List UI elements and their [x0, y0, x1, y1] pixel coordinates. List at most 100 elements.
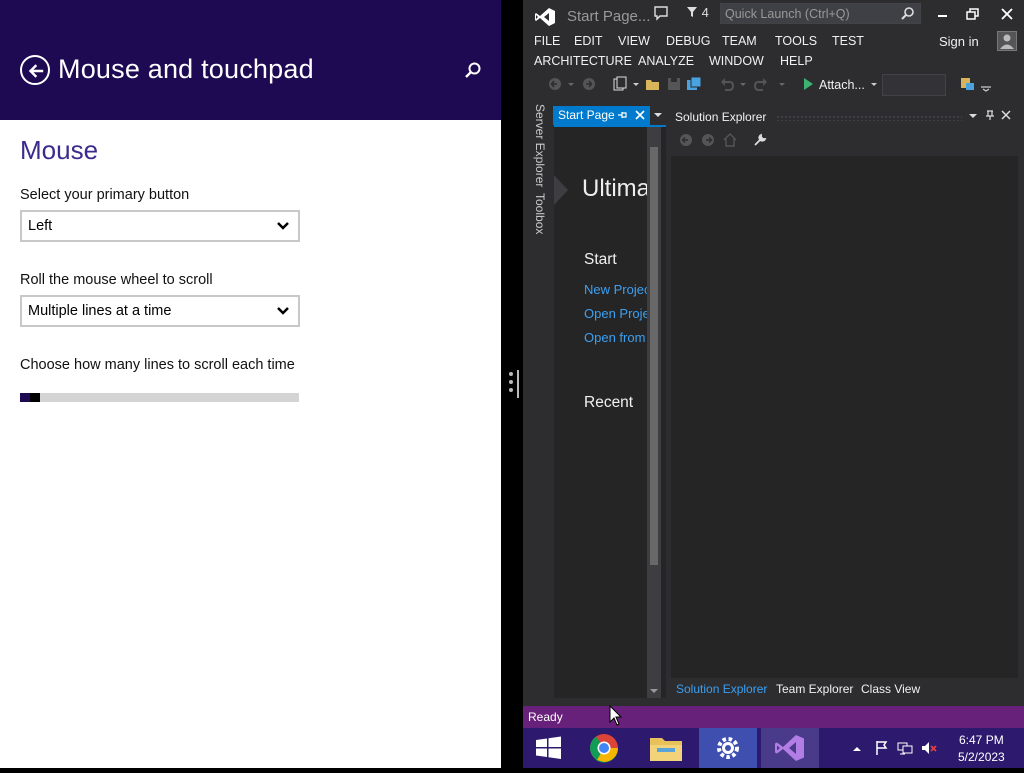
dropdown-arrow-icon[interactable]	[563, 76, 579, 92]
start-button[interactable]	[523, 728, 581, 768]
taskbar-visual-studio[interactable]	[761, 728, 819, 768]
menu-team[interactable]: TEAM	[722, 34, 757, 48]
menu-debug[interactable]: DEBUG	[666, 34, 710, 48]
forward-icon[interactable]	[701, 133, 715, 147]
standard-toolbar: Attach...	[523, 72, 1024, 98]
status-text: Ready	[528, 710, 563, 724]
status-bar: Ready	[523, 706, 1024, 728]
menu-help[interactable]: HELP	[780, 54, 813, 68]
notification-count: 4	[701, 5, 709, 20]
document-list-dropdown-icon[interactable]	[652, 110, 664, 120]
menu-architecture[interactable]: ARCHITECTURE	[534, 54, 632, 68]
primary-button-label: Select your primary button	[20, 187, 190, 203]
dropdown-arrow-icon[interactable]	[774, 76, 790, 92]
new-project-icon[interactable]	[612, 76, 628, 92]
scrollbar-thumb[interactable]	[650, 147, 658, 565]
pin-icon[interactable]	[615, 108, 629, 122]
taskbar: 6:47 PM 5/2/2023	[523, 728, 1024, 768]
tab-start-page-label: Start Page	[558, 108, 615, 122]
chrome-icon	[590, 734, 619, 763]
tab-team-explorer[interactable]: Team Explorer	[776, 682, 853, 696]
lines-to-scroll-slider[interactable]	[20, 393, 299, 402]
feedback-icon[interactable]	[653, 5, 669, 21]
clock-date[interactable]: 5/2/2023	[958, 750, 1005, 764]
user-icon	[1000, 34, 1014, 49]
solution-explorer-tree[interactable]	[671, 156, 1018, 678]
network-icon[interactable]	[897, 740, 913, 756]
start-page-scrollbar[interactable]	[647, 127, 661, 698]
show-hidden-icons-icon[interactable]	[852, 744, 862, 754]
slider-thumb[interactable]	[30, 393, 40, 402]
close-icon[interactable]	[998, 6, 1016, 22]
start-page-arrow-icon	[554, 175, 568, 205]
notifications-button[interactable]: 4	[686, 5, 709, 20]
pin-icon[interactable]	[984, 109, 996, 121]
open-project-link[interactable]: Open Proje	[584, 306, 650, 321]
settings-gear-icon	[699, 728, 757, 768]
tab-toolbox[interactable]: Toolbox	[533, 193, 547, 234]
configuration-dropdown[interactable]	[882, 74, 946, 96]
navigate-back-icon[interactable]	[547, 76, 563, 92]
back-button[interactable]	[20, 55, 50, 85]
menu-view[interactable]: VIEW	[618, 34, 650, 48]
wheel-scroll-select[interactable]: Multiple lines at a time	[20, 295, 300, 327]
menu-window[interactable]: WINDOW	[709, 54, 764, 68]
navigate-forward-icon[interactable]	[581, 76, 597, 92]
divider-grip-icon[interactable]	[507, 370, 521, 398]
window-position-dropdown-icon[interactable]	[967, 110, 979, 122]
back-icon[interactable]	[679, 133, 693, 147]
open-file-icon[interactable]	[645, 76, 661, 92]
dropdown-arrow-icon[interactable]	[866, 76, 882, 92]
menu-analyze[interactable]: ANALYZE	[638, 54, 694, 68]
menu-edit[interactable]: EDIT	[574, 34, 602, 48]
close-icon[interactable]	[633, 108, 647, 122]
visual-studio-logo-icon	[535, 8, 555, 26]
start-section-title: Start	[584, 251, 617, 268]
sign-in-link[interactable]: Sign in	[939, 34, 979, 49]
wheel-scroll-value: Multiple lines at a time	[28, 303, 172, 319]
dropdown-arrow-icon[interactable]	[628, 76, 644, 92]
clock-time[interactable]: 6:47 PM	[959, 733, 1004, 747]
quick-launch-input[interactable]: Quick Launch (Ctrl+Q)	[720, 3, 921, 24]
dropdown-arrow-icon[interactable]	[735, 76, 751, 92]
recent-section-title: Recent	[584, 394, 634, 411]
section-title: Mouse	[20, 135, 99, 165]
open-from-link[interactable]: Open from	[584, 330, 645, 345]
tab-start-page[interactable]: Start Page	[553, 106, 650, 125]
scroll-down-icon[interactable]	[649, 687, 659, 695]
tab-class-view[interactable]: Class View	[861, 682, 920, 696]
new-project-link[interactable]: New Projec	[584, 282, 650, 297]
visual-studio-icon	[775, 735, 804, 761]
redo-icon[interactable]	[753, 76, 769, 92]
volume-muted-icon[interactable]	[920, 740, 938, 756]
minimize-icon[interactable]	[933, 6, 951, 22]
action-center-flag-icon[interactable]	[874, 740, 890, 756]
close-icon[interactable]	[1000, 109, 1012, 121]
start-debug-icon[interactable]	[800, 76, 816, 92]
save-icon[interactable]	[666, 76, 682, 92]
settings-header: Mouse and touchpad	[0, 0, 501, 120]
tab-solution-explorer[interactable]: Solution Explorer	[676, 682, 767, 696]
attach-button[interactable]: Attach...	[819, 78, 865, 92]
toolbar-overflow-icon[interactable]	[978, 76, 994, 92]
properties-wrench-icon[interactable]	[753, 133, 767, 147]
drag-handle[interactable]	[776, 115, 962, 121]
save-all-icon[interactable]	[686, 76, 702, 92]
taskbar-file-explorer[interactable]	[637, 728, 695, 768]
window-title: Start Page...	[567, 8, 651, 25]
menu-test[interactable]: TEST	[832, 34, 864, 48]
home-icon[interactable]	[723, 133, 737, 147]
search-button[interactable]	[462, 60, 484, 82]
menu-file[interactable]: FILE	[534, 34, 560, 48]
restore-icon[interactable]	[964, 6, 982, 22]
avatar[interactable]	[997, 31, 1017, 51]
lines-slider-label: Choose how many lines to scroll each tim…	[20, 357, 295, 373]
search-icon	[901, 7, 914, 20]
primary-button-select[interactable]: Left	[20, 210, 300, 242]
taskbar-settings[interactable]	[699, 728, 757, 768]
find-in-files-icon[interactable]	[960, 76, 976, 92]
menu-tools[interactable]: TOOLS	[775, 34, 817, 48]
tab-server-explorer[interactable]: Server Explorer	[533, 104, 547, 187]
taskbar-chrome[interactable]	[575, 728, 633, 768]
undo-icon[interactable]	[719, 76, 735, 92]
